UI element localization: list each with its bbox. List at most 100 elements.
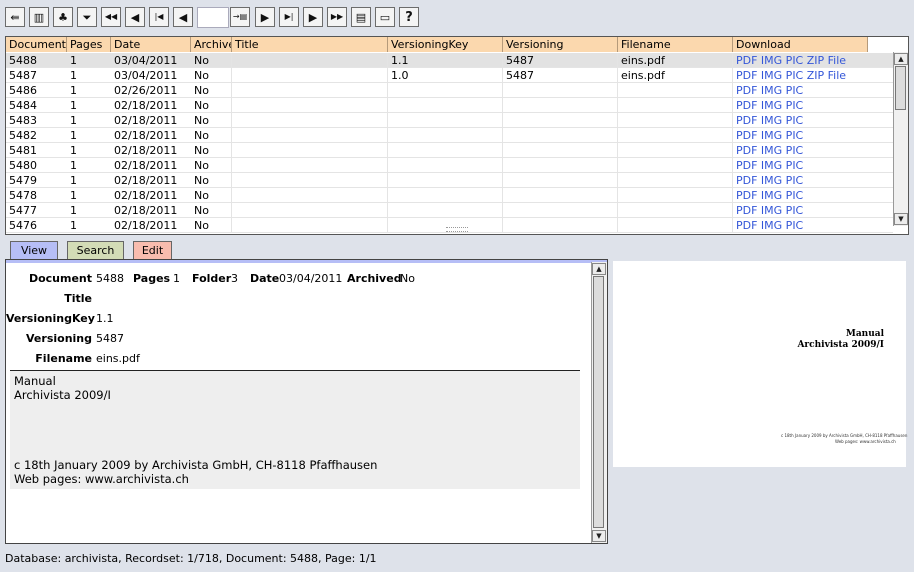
cell-vkey [388, 143, 503, 158]
scroll-down-arrow-icon[interactable]: ▼ [894, 213, 908, 225]
cell-title [232, 68, 388, 83]
next-page-button[interactable]: ▶ [303, 7, 323, 27]
open-folder-button[interactable]: ▭ [375, 7, 395, 27]
download-links[interactable]: PDF IMG PIC [733, 128, 868, 143]
text-line [14, 430, 580, 444]
last-record-button[interactable]: ▶| [279, 7, 299, 27]
download-links[interactable]: PDF IMG PIC [733, 98, 868, 113]
column-header-download[interactable]: Download [733, 37, 868, 52]
download-links[interactable]: PDF IMG PIC [733, 203, 868, 218]
folder-icon: ▭ [379, 10, 391, 24]
scan-button[interactable]: ▤ [351, 7, 371, 27]
help-button[interactable]: ? [399, 7, 419, 27]
folder-label: Folder [192, 272, 232, 285]
download-links[interactable]: PDF IMG PIC [733, 158, 868, 173]
cell-vkey [388, 128, 503, 143]
filename-value: eins.pdf [96, 352, 140, 365]
logout-button[interactable]: ⇚ [5, 7, 25, 27]
scroll-up-arrow-icon[interactable]: ▲ [592, 263, 606, 275]
table-scrollbar[interactable]: ▲ ▼ [893, 52, 908, 226]
tree-icon: ♣ [58, 10, 68, 24]
cell-vkey [388, 203, 503, 218]
cell-date: 03/04/2011 [114, 54, 178, 67]
next-record-icon: ▶ [260, 10, 270, 24]
table-row[interactable]: 5477 1 02/18/2011 No PDF IMG PIC [6, 203, 893, 218]
cell-vkey [388, 188, 503, 203]
download-links[interactable]: PDF IMG PIC [733, 188, 868, 203]
prev-page-button[interactable]: ◀ [125, 7, 145, 27]
goto-button[interactable]: →▤ [230, 7, 250, 27]
record-number-input[interactable] [197, 7, 229, 28]
table-row[interactable]: 5487 1 03/04/2011 No 1.0 5487 eins.pdf PDF IMG … [6, 68, 893, 83]
resize-handle[interactable] [446, 227, 468, 232]
ocr-text-area[interactable]: Manual Archivista 2009/I c 18th January 20… [10, 370, 580, 489]
archived-value: No [400, 272, 415, 285]
tab-edit[interactable]: Edit [133, 241, 172, 260]
view-panel: Document 5488 Pages 1 Folder 3 Date 03/0… [5, 259, 608, 544]
next-record-button[interactable]: ▶ [255, 7, 275, 27]
cell-title [232, 158, 388, 173]
column-header-archived[interactable]: Archived [191, 37, 232, 52]
first-record-button[interactable]: |◀ [149, 7, 169, 27]
table-row[interactable]: 5486 1 02/26/2011 No PDF IMG PIC [6, 83, 893, 98]
cell-versioning [503, 113, 618, 128]
text-line [14, 416, 580, 430]
first-page-button[interactable]: ◀◀ [101, 7, 121, 27]
cell-pages: 1 [70, 114, 77, 127]
table-row[interactable]: 5481 1 02/18/2011 No PDF IMG PIC [6, 143, 893, 158]
download-links[interactable]: PDF IMG PIC [733, 218, 868, 233]
table-row[interactable]: 5482 1 02/18/2011 No PDF IMG PIC [6, 128, 893, 143]
table-row[interactable]: 5480 1 02/18/2011 No PDF IMG PIC [6, 158, 893, 173]
column-header-pages[interactable]: Pages [67, 37, 111, 52]
folder-value: 3 [231, 272, 238, 285]
tab-search[interactable]: Search [67, 241, 124, 260]
table-row[interactable]: 5478 1 02/18/2011 No PDF IMG PIC [6, 188, 893, 203]
page-preview[interactable]: Manual Archivista 2009/I c 18th January … [613, 261, 907, 467]
download-links[interactable]: PDF IMG PIC [733, 83, 868, 98]
double-right-icon: ▶▶ [330, 12, 344, 21]
table-row[interactable]: 5484 1 02/18/2011 No PDF IMG PIC [6, 98, 893, 113]
prev-record-button[interactable]: ◀ [173, 7, 193, 27]
scrollbar-thumb[interactable] [593, 276, 604, 528]
view-scrollbar[interactable]: ▲ ▼ [591, 262, 607, 543]
cell-doc: 5486 [9, 84, 37, 97]
download-links[interactable]: PDF IMG PIC ZIP File [733, 68, 868, 83]
versioningkey-value: 1.1 [96, 312, 114, 325]
cell-pages: 1 [70, 174, 77, 187]
scanner-icon: ▤ [355, 10, 367, 24]
download-links[interactable]: PDF IMG PIC [733, 143, 868, 158]
last-page-button[interactable]: ▶▶ [327, 7, 347, 27]
download-links[interactable]: PDF IMG PIC [733, 173, 868, 188]
table-row[interactable]: 5479 1 02/18/2011 No PDF IMG PIC [6, 173, 893, 188]
column-header-versioningkey[interactable]: VersioningKey [388, 37, 503, 52]
cell-archived: No [191, 158, 232, 173]
tree-button[interactable]: ♣ [53, 7, 73, 27]
column-header-date[interactable]: Date [111, 37, 191, 52]
download-links[interactable]: PDF IMG PIC ZIP File [733, 53, 868, 68]
pages-value: 1 [173, 272, 180, 285]
cell-doc: 5488 [9, 54, 37, 67]
text-line: Manual [14, 374, 56, 388]
column-header-filename[interactable]: Filename [618, 37, 733, 52]
cell-vkey [388, 83, 503, 98]
cell-title [232, 203, 388, 218]
table-view-button[interactable]: ▥ [29, 7, 49, 27]
scrollbar-thumb[interactable] [895, 66, 906, 110]
download-links[interactable]: PDF IMG PIC [733, 113, 868, 128]
column-header-document[interactable]: Document [6, 37, 67, 52]
table-row[interactable]: 5483 1 02/18/2011 No PDF IMG PIC [6, 113, 893, 128]
column-header-title[interactable]: Title [232, 37, 388, 52]
cell-vkey [388, 98, 503, 113]
cell-filename [618, 113, 733, 128]
cell-archived: No [191, 53, 232, 68]
exit-door-icon: ⇚ [10, 10, 20, 24]
tab-view[interactable]: View [10, 241, 58, 260]
cell-pages: 1 [70, 69, 77, 82]
scroll-down-arrow-icon[interactable]: ▼ [592, 530, 606, 542]
filter-button[interactable]: ⏷ [77, 7, 97, 27]
table-row[interactable]: 5488 1 03/04/2011 No 1.1 5487 eins.pdf PDF IMG … [6, 53, 893, 68]
column-header-versioning[interactable]: Versioning [503, 37, 618, 52]
preview-title-line2: Archivista 2009/I [797, 340, 884, 350]
right-arrow-icon: ▶ [308, 10, 318, 24]
scroll-up-arrow-icon[interactable]: ▲ [894, 53, 908, 65]
